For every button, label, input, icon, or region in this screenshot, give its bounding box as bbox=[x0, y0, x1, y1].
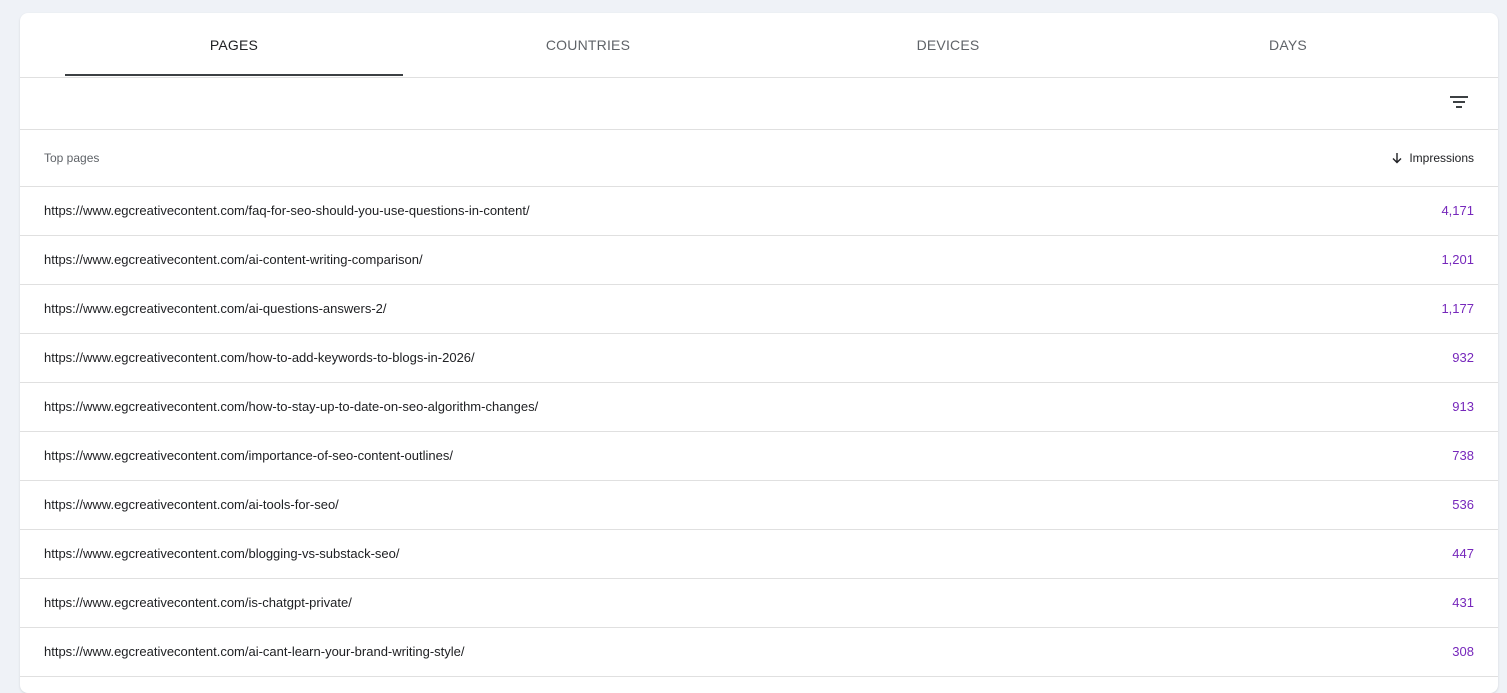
page-url: https://www.egcreativecontent.com/import… bbox=[44, 448, 453, 463]
table-row[interactable]: https://www.egcreativecontent.com/faq-fo… bbox=[20, 187, 1498, 236]
table-row[interactable]: https://www.egcreativecontent.com/is-cha… bbox=[20, 579, 1498, 628]
impressions-value: 447 bbox=[1452, 546, 1474, 561]
tab-days[interactable]: DAYS bbox=[1120, 13, 1456, 77]
filter-list-icon bbox=[1450, 96, 1468, 108]
table-row[interactable]: https://www.egcreativecontent.com/ai-too… bbox=[20, 481, 1498, 530]
page-url: https://www.egcreativecontent.com/ai-que… bbox=[44, 301, 387, 316]
column-header-top-pages: Top pages bbox=[44, 151, 100, 165]
page-url: https://www.egcreativecontent.com/how-to… bbox=[44, 350, 475, 365]
performance-card: PAGES COUNTRIES DEVICES DAYS Top pages I… bbox=[20, 13, 1498, 693]
page-url: https://www.egcreativecontent.com/ai-con… bbox=[44, 252, 423, 267]
filter-button[interactable] bbox=[1446, 91, 1472, 113]
page-url: https://www.egcreativecontent.com/bloggi… bbox=[44, 546, 400, 561]
table-row[interactable]: https://www.egcreativecontent.com/how-to… bbox=[20, 334, 1498, 383]
table-row[interactable]: https://www.egcreativecontent.com/ai-can… bbox=[20, 628, 1498, 677]
table-row[interactable]: https://www.egcreativecontent.com/import… bbox=[20, 432, 1498, 481]
table-body: https://www.egcreativecontent.com/faq-fo… bbox=[20, 187, 1498, 677]
impressions-value: 4,171 bbox=[1441, 203, 1474, 218]
impressions-value: 913 bbox=[1452, 399, 1474, 414]
page-url: https://www.egcreativecontent.com/is-cha… bbox=[44, 595, 352, 610]
arrow-down-icon bbox=[1392, 153, 1402, 164]
table-toolbar bbox=[20, 78, 1498, 130]
tab-devices[interactable]: DEVICES bbox=[768, 13, 1128, 77]
impressions-value: 932 bbox=[1452, 350, 1474, 365]
table-row[interactable]: https://www.egcreativecontent.com/ai-que… bbox=[20, 285, 1498, 334]
page-url: https://www.egcreativecontent.com/how-to… bbox=[44, 399, 539, 414]
impressions-value: 1,177 bbox=[1441, 301, 1474, 316]
column-header-impressions[interactable]: Impressions bbox=[1391, 130, 1474, 186]
page-url: https://www.egcreativecontent.com/faq-fo… bbox=[44, 203, 530, 218]
tab-pages[interactable]: PAGES bbox=[65, 13, 403, 77]
table-row[interactable]: https://www.egcreativecontent.com/bloggi… bbox=[20, 530, 1498, 579]
page-url: https://www.egcreativecontent.com/ai-too… bbox=[44, 497, 339, 512]
impressions-value: 308 bbox=[1452, 644, 1474, 659]
table-header: Top pages Impressions bbox=[20, 130, 1498, 187]
table-row[interactable]: https://www.egcreativecontent.com/ai-con… bbox=[20, 236, 1498, 285]
impressions-value: 536 bbox=[1452, 497, 1474, 512]
impressions-value: 738 bbox=[1452, 448, 1474, 463]
page-url: https://www.egcreativecontent.com/ai-can… bbox=[44, 644, 465, 659]
impressions-header-label: Impressions bbox=[1409, 151, 1474, 165]
tab-countries[interactable]: COUNTRIES bbox=[423, 13, 753, 77]
tab-bar: PAGES COUNTRIES DEVICES DAYS bbox=[20, 13, 1498, 78]
active-tab-indicator bbox=[65, 74, 403, 76]
table-row[interactable]: https://www.egcreativecontent.com/how-to… bbox=[20, 383, 1498, 432]
impressions-value: 431 bbox=[1452, 595, 1474, 610]
impressions-value: 1,201 bbox=[1441, 252, 1474, 267]
